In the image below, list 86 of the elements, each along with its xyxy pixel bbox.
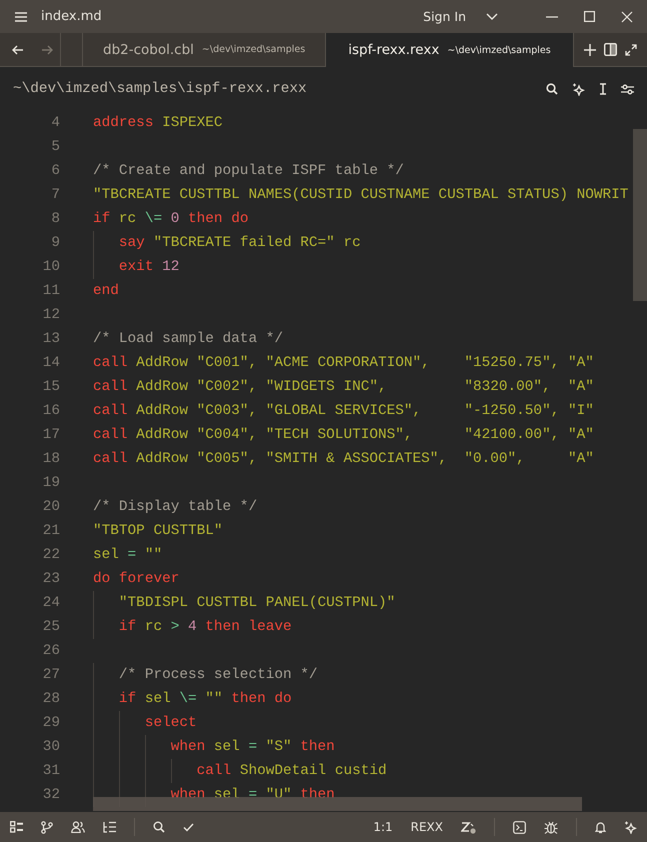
line-number: 4 bbox=[50, 115, 60, 131]
code-line: call AddRow "C003", "GLOBAL SERVICES", "-1250.50", "I" bbox=[93, 403, 594, 419]
bell-icon[interactable] bbox=[595, 820, 606, 834]
expand-icon[interactable] bbox=[624, 44, 637, 56]
code-line: when sel = "S" then bbox=[170, 739, 335, 755]
code-line: call ShowDetail custid bbox=[196, 763, 387, 779]
maximize-icon[interactable] bbox=[584, 11, 595, 22]
code-line: /* Load sample data */ bbox=[93, 331, 283, 347]
line-number: 28 bbox=[42, 691, 60, 707]
file-path: ~\dev\imzed\samples\ispf-rexx.rexx bbox=[13, 81, 307, 97]
line-number: 27 bbox=[42, 667, 60, 683]
outline-list-icon[interactable] bbox=[103, 821, 116, 833]
split-pane-icon[interactable] bbox=[604, 43, 617, 56]
line-number: 21 bbox=[42, 523, 60, 539]
line-number: 18 bbox=[42, 451, 60, 467]
code-line: call AddRow "C002", "WIDGETS INC", "8320.00", "A" bbox=[93, 379, 594, 395]
plus-icon[interactable] bbox=[584, 44, 596, 56]
code-line: end bbox=[93, 283, 119, 299]
code-line: if rc \= 0 then do bbox=[93, 211, 248, 227]
bug-icon[interactable] bbox=[544, 820, 558, 834]
line-number: 25 bbox=[42, 619, 60, 635]
line-number: 17 bbox=[42, 427, 60, 443]
language-selector[interactable]: REXX bbox=[410, 820, 443, 834]
line-number: 9 bbox=[50, 235, 60, 251]
line-number: 6 bbox=[50, 163, 60, 179]
code-line: "TBDISPL CUSTTBL PANEL(CUSTPNL)" bbox=[118, 595, 396, 611]
cursor-position[interactable]: 1:1 bbox=[373, 820, 393, 834]
sparkle-icon[interactable] bbox=[624, 820, 637, 834]
search-icon[interactable] bbox=[546, 83, 558, 95]
sparkle-icon[interactable] bbox=[572, 82, 585, 96]
text-cursor-icon[interactable] bbox=[599, 83, 607, 95]
code-line: call AddRow "C004", "TECH SOLUTIONS", "42100.00", "A" bbox=[93, 427, 594, 443]
line-number: 16 bbox=[42, 403, 60, 419]
zeta-icon[interactable] bbox=[461, 820, 476, 834]
panel-icon[interactable] bbox=[10, 821, 23, 833]
code-line: sel = "" bbox=[93, 547, 162, 563]
code-line: "TBTOP CUSTTBL" bbox=[93, 523, 223, 539]
line-number: 26 bbox=[42, 643, 60, 659]
code-line: /* Create and populate ISPF table */ bbox=[93, 163, 404, 179]
code-line: when sel = "U" then bbox=[170, 787, 335, 803]
line-number: 12 bbox=[42, 307, 60, 323]
line-number: 32 bbox=[42, 787, 60, 803]
line-number: 29 bbox=[42, 715, 60, 731]
people-icon[interactable] bbox=[71, 821, 85, 833]
line-number: 23 bbox=[42, 571, 60, 587]
code-line: address ISPEXEC bbox=[93, 115, 223, 131]
code-line: do forever bbox=[93, 571, 180, 587]
terminal-icon[interactable] bbox=[513, 820, 526, 834]
chevron-down-icon[interactable] bbox=[486, 12, 498, 20]
code-line: call AddRow "C001", "ACME CORPORATION", "15250.75", "A" bbox=[93, 355, 594, 371]
line-number: 7 bbox=[50, 187, 60, 203]
code-line: exit 12 bbox=[118, 259, 180, 275]
code-line: say "TBCREATE failed RC=" rc bbox=[118, 235, 361, 251]
line-number: 5 bbox=[50, 139, 60, 155]
horizontal-scrollbar[interactable] bbox=[93, 797, 582, 811]
menu-icon[interactable] bbox=[14, 10, 28, 22]
minimize-icon[interactable] bbox=[546, 16, 558, 18]
code-line: "TBCREATE CUSTTBL NAMES(CUSTID CUSTNAME CUSTBAL STATUS) NOWRIT bbox=[93, 187, 628, 203]
line-number: 11 bbox=[42, 283, 60, 299]
line-number: 10 bbox=[42, 259, 60, 275]
sign-in-button[interactable]: Sign In bbox=[423, 9, 466, 24]
line-number: 19 bbox=[42, 475, 60, 491]
code-line: /* Process selection */ bbox=[118, 667, 318, 683]
line-number: 30 bbox=[42, 739, 60, 755]
line-number: 15 bbox=[42, 379, 60, 395]
check-icon[interactable] bbox=[183, 822, 194, 832]
sliders-icon[interactable] bbox=[621, 84, 634, 94]
line-number: 14 bbox=[42, 355, 60, 371]
code-line: call AddRow "C005", "SMITH & ASSOCIATES", "0.00", "A" bbox=[93, 451, 594, 467]
line-number: 8 bbox=[50, 211, 60, 227]
close-icon[interactable] bbox=[621, 10, 633, 22]
back-arrow-icon[interactable] bbox=[12, 44, 24, 54]
vertical-scrollbar[interactable] bbox=[633, 129, 647, 301]
code-line: /* Display table */ bbox=[93, 499, 258, 515]
line-number: 13 bbox=[42, 331, 60, 347]
line-number: 20 bbox=[42, 499, 60, 515]
code-line: select bbox=[144, 715, 197, 731]
code-line: if sel \= "" then do bbox=[118, 691, 292, 707]
window-title: index.md bbox=[41, 9, 102, 24]
search-icon[interactable] bbox=[153, 821, 165, 833]
line-number: 24 bbox=[42, 595, 60, 611]
code-line: if rc > 4 then leave bbox=[118, 619, 292, 635]
line-number: 31 bbox=[42, 763, 60, 779]
editor-tab[interactable]: ispf-rexx.rexx ~\dev\imzed\samples bbox=[326, 33, 574, 67]
line-number: 22 bbox=[42, 547, 60, 563]
git-branch-icon[interactable] bbox=[41, 820, 53, 834]
